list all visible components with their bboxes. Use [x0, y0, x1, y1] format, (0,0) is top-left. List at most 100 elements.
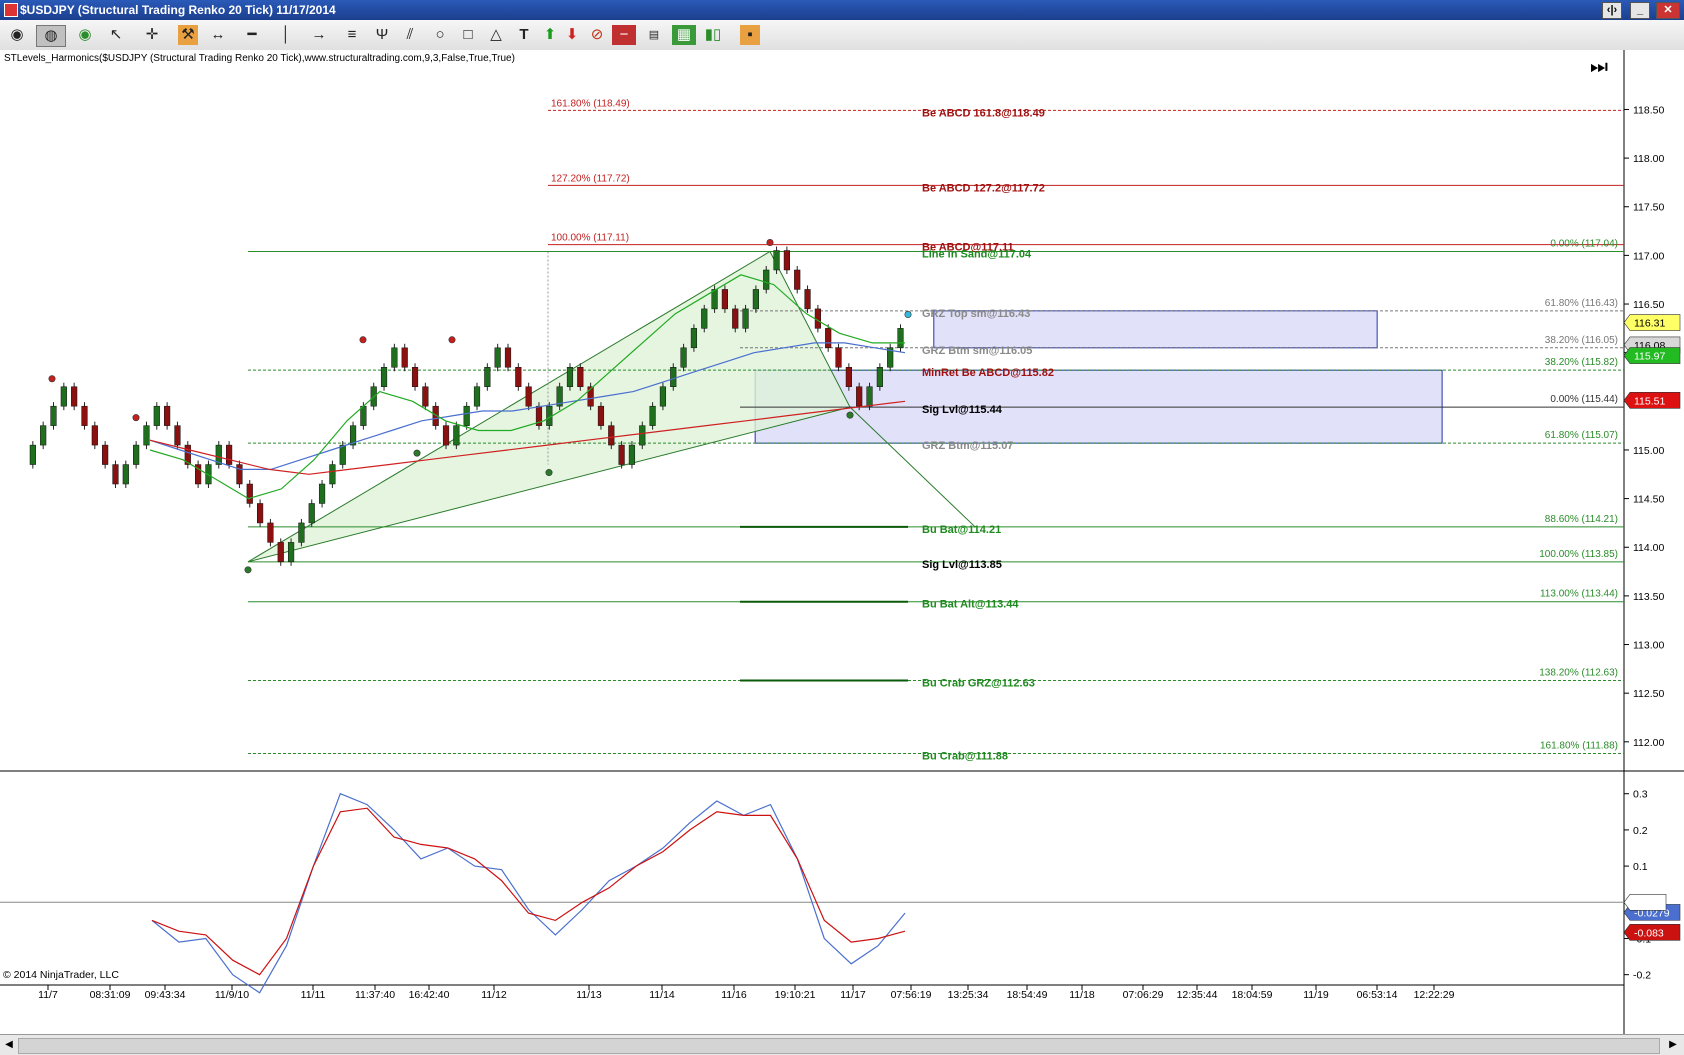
time-tick-label: 16:42:40 — [409, 989, 450, 1001]
renko-brick — [856, 386, 863, 407]
renko-brick — [308, 503, 315, 524]
time-tick-label: 09:43:34 — [145, 989, 186, 1001]
renko-brick — [876, 367, 883, 387]
renko-brick — [897, 328, 904, 349]
scroll-left-icon[interactable]: ◀ — [2, 1038, 16, 1052]
renko-brick — [525, 386, 532, 407]
renko-brick — [504, 347, 512, 368]
time-tick-label: 11/19 — [1303, 989, 1329, 1001]
fib-level-label: 127.20% (117.72) — [551, 173, 630, 184]
vertical-line-icon[interactable]: │ — [276, 25, 296, 45]
fib-level-label: 38.20% (115.82) — [1545, 357, 1618, 368]
fib-level-label: 161.80% (111.88) — [1540, 740, 1618, 751]
renko-brick — [401, 347, 408, 368]
renko-brick — [318, 483, 326, 504]
window-titlebar: $USDJPY (Structural Trading Renko 20 Tic… — [0, 0, 1684, 20]
renko-brick — [133, 444, 140, 465]
arrow-line-icon[interactable]: ↔ — [206, 25, 230, 45]
price-tick-label: 114.50 — [1633, 494, 1664, 506]
renko-brick — [577, 367, 584, 387]
rectangle-icon[interactable]: □ — [458, 25, 478, 45]
renko-brick — [763, 269, 770, 290]
properties-icon[interactable]: ▪ — [740, 25, 760, 45]
no-draw-icon[interactable]: ⊘ — [586, 25, 608, 45]
renko-brick — [721, 289, 729, 310]
osc-tick-label: -0.2 — [1633, 970, 1651, 982]
scroll-thumb[interactable] — [18, 1038, 1660, 1054]
ray-icon[interactable]: → — [304, 25, 334, 45]
swing-marker — [48, 375, 56, 383]
renko-brick — [50, 405, 57, 426]
renko-brick — [825, 328, 832, 349]
horizontal-scrollbar[interactable]: ◀ ▶ — [0, 1034, 1684, 1055]
harmonic-level-label: Be ABCD 127.2@117.72 — [922, 182, 1045, 194]
restore-button[interactable]: ‹|› — [1602, 2, 1622, 19]
palette-icon[interactable]: ◍ — [36, 25, 66, 47]
line-icon[interactable]: ━ — [240, 25, 264, 45]
harmonic-level-label: Bu Bat Alt@113.44 — [922, 599, 1019, 611]
price-tick-label: 118.00 — [1633, 153, 1664, 165]
text-icon[interactable]: T — [514, 25, 534, 45]
triangle-icon[interactable]: △ — [486, 25, 506, 45]
renko-brick — [453, 425, 460, 446]
price-tick-label: 113.00 — [1633, 640, 1664, 652]
harmonic-level-label: Sig Lvl@115.44 — [922, 404, 1003, 416]
arrow-down-icon[interactable]: ⬇ — [562, 25, 582, 45]
price-tick-label: 112.50 — [1633, 688, 1664, 700]
renko-brick — [794, 269, 801, 290]
copyright-text: © 2014 NinjaTrader, LLC — [3, 969, 119, 981]
osc-tick-label: 0.3 — [1633, 789, 1648, 801]
pitchfork-icon[interactable]: Ψ — [372, 25, 392, 45]
crosshair-icon[interactable]: ✛ — [140, 25, 164, 45]
trend-channel-icon[interactable]: ⫽ — [400, 25, 420, 45]
layout-icon[interactable]: ▦ — [672, 25, 696, 45]
renko-brick — [742, 308, 749, 329]
osc-tick-label: 0.2 — [1633, 825, 1648, 837]
renko-brick — [845, 367, 852, 387]
time-tick-label: 11/18 — [1069, 989, 1095, 1001]
fib-level-label: 88.60% (114.21) — [1545, 514, 1618, 525]
close-button[interactable]: ✕ — [1656, 2, 1680, 19]
time-tick-label: 11/17 — [840, 989, 866, 1001]
hammer-icon[interactable]: ⚒ — [178, 25, 198, 45]
harmonic-level-label: Line in Sand@117.04 — [922, 248, 1032, 260]
eye-green-icon[interactable]: ◉ — [74, 25, 96, 45]
window-title: $USDJPY (Structural Trading Renko 20 Tic… — [20, 3, 336, 17]
swing-marker — [545, 469, 553, 477]
renko-brick — [701, 308, 708, 329]
osc-value-tag: -0.083 — [1634, 927, 1664, 939]
renko-brick — [246, 483, 253, 504]
renko-brick — [484, 367, 491, 387]
time-tick-label: 19:10:21 — [775, 989, 816, 1001]
swing-marker — [766, 239, 774, 247]
price-tick-label: 118.50 — [1633, 104, 1664, 116]
swing-marker — [132, 414, 140, 422]
renko-brick — [71, 386, 78, 407]
time-tick-label: 11/16 — [721, 989, 747, 1001]
renko-brick — [164, 405, 171, 426]
minimize-button[interactable]: _ — [1630, 2, 1650, 19]
renko-brick — [329, 464, 336, 485]
arrow-up-icon[interactable]: ⬆ — [540, 25, 560, 45]
bar-type-icon[interactable]: ▮▯ — [700, 25, 726, 45]
chart-toolbar: ◉ ◍ ◉ ↖ ✛ ⚒ ↔ ━ │ → ≡ Ψ ⫽ ○ □ △ T ⬆ ⬇ ⊘ … — [0, 20, 1684, 51]
harmonic-level-label: GRZ Btm@115.07 — [922, 440, 1013, 452]
minus-icon[interactable]: − — [612, 25, 636, 45]
fib-icon[interactable]: ≡ — [340, 25, 364, 45]
chart-canvas[interactable]: STLevels_Harmonics($USDJPY (Structural T… — [0, 50, 1684, 1034]
scroll-right-icon[interactable]: ▶ — [1666, 1038, 1680, 1052]
time-tick-label: 07:06:29 — [1123, 989, 1164, 1001]
renko-brick — [60, 386, 67, 407]
go-to-end-icon: ⏭ — [1590, 56, 1608, 78]
circle-icon[interactable]: ○ — [430, 25, 450, 45]
renko-brick — [690, 328, 698, 349]
harmonic-level-label: Bu Crab GRZ@112.63 — [922, 678, 1035, 690]
data-box-icon[interactable]: ▤ — [642, 25, 666, 45]
renko-brick — [463, 405, 470, 426]
renko-brick — [102, 444, 109, 465]
eye-icon[interactable]: ◉ — [6, 25, 28, 45]
cursor-icon[interactable]: ↖ — [104, 25, 128, 45]
harmonic-level-label: MinRet Be ABCD@115.82 — [922, 367, 1054, 379]
time-tick-label: 11/12 — [481, 989, 507, 1001]
harmonic-level-label: Be ABCD 161.8@118.49 — [922, 107, 1045, 119]
